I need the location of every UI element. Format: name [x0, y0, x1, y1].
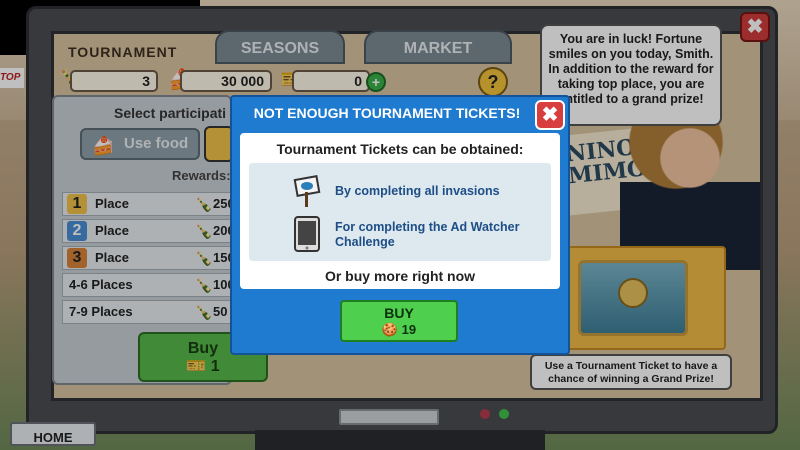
buy-label: BUY — [384, 305, 414, 321]
invasion-sign-icon — [293, 174, 321, 208]
food-token-icon: 🍪 — [381, 322, 399, 337]
buy-cost: 🍪 19 — [381, 322, 417, 337]
dialog-heading: Tournament Tickets can be obtained: — [276, 141, 524, 157]
buy-tickets-button[interactable]: BUY 🍪 19 — [340, 300, 458, 342]
option-text: By completing all invasions — [335, 184, 500, 198]
or-buy-label: Or buy more right now — [324, 268, 476, 284]
list-item: For completing the Ad Watcher Challenge — [249, 212, 551, 252]
option-text: For completing the Ad Watcher Challenge — [335, 220, 520, 249]
tablet-icon — [293, 216, 321, 252]
close-dialog-button[interactable]: ✖ — [535, 100, 565, 130]
list-item: By completing all invasions — [249, 170, 551, 210]
dialog-title: NOT ENOUGH TOURNAMENT TICKETS! — [253, 105, 521, 121]
